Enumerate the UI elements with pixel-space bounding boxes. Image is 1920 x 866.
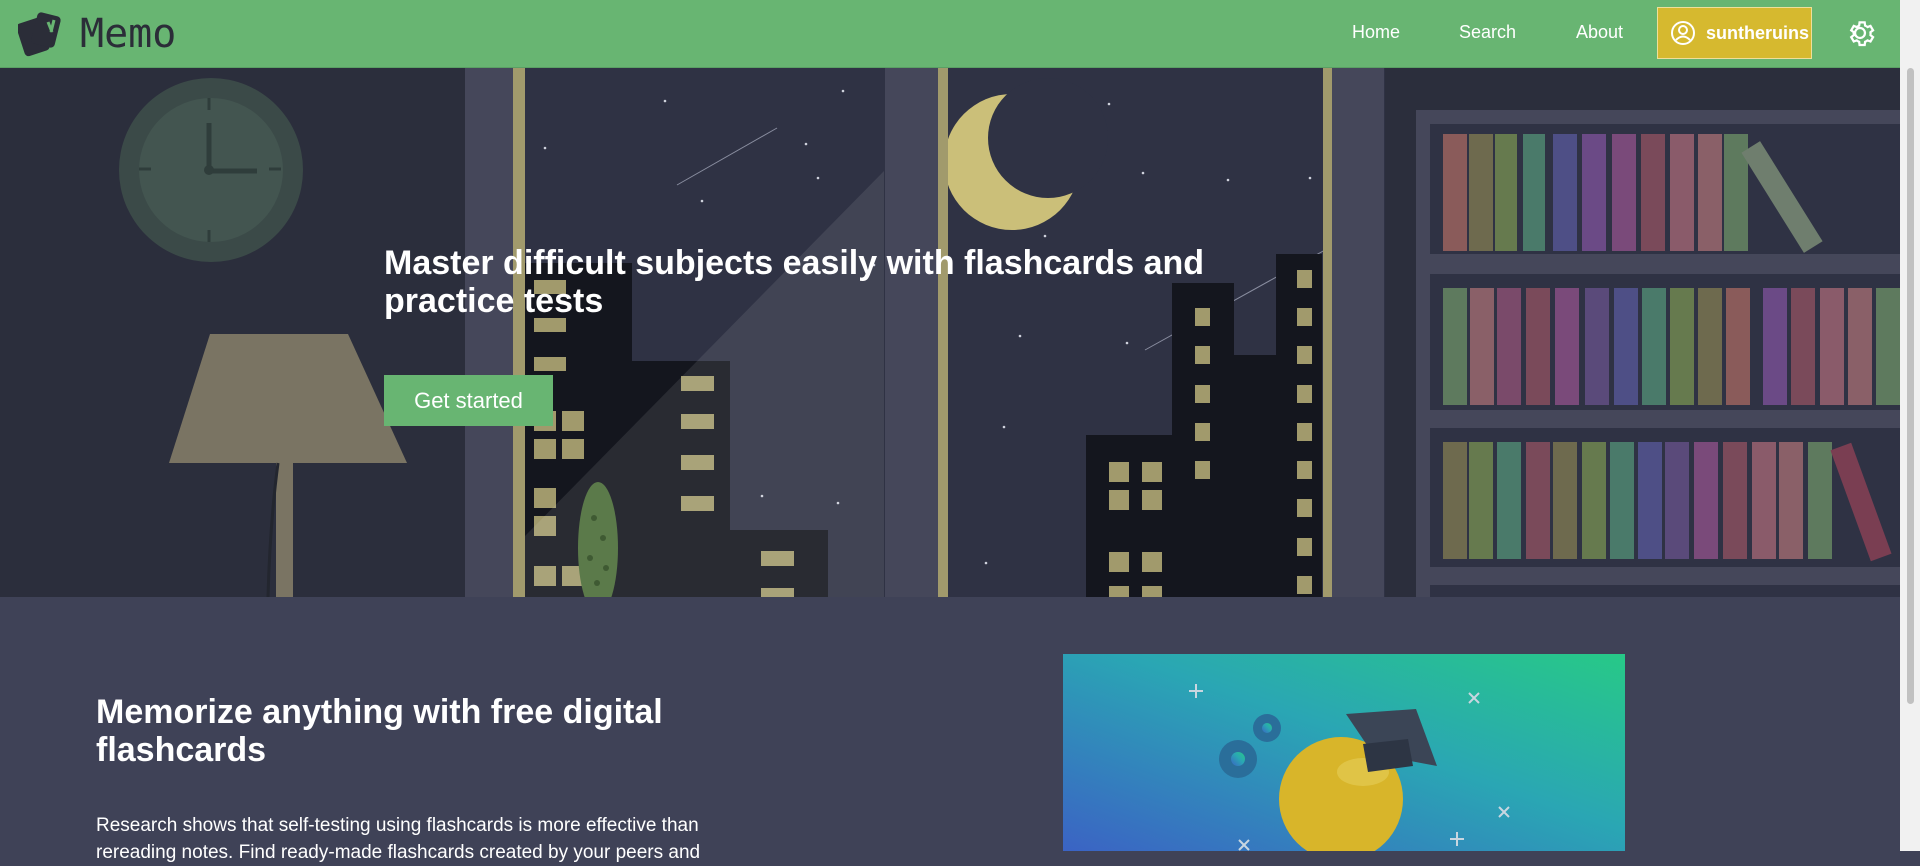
brand-name: Memo (80, 11, 177, 57)
scrollbar-thumb[interactable] (1907, 68, 1914, 704)
get-started-button[interactable]: Get started (384, 375, 553, 426)
hero-night-room-illustration (0, 68, 1900, 597)
nav-link-home[interactable]: Home (1352, 22, 1400, 43)
logo-cards-icon (18, 12, 61, 57)
brand-logo-link[interactable]: Memo (18, 10, 176, 58)
user-account-button[interactable]: suntheruins (1657, 7, 1812, 59)
nav-link-about[interactable]: About (1576, 22, 1623, 43)
features-title: Memorize anything with free digital flas… (96, 693, 663, 769)
user-circle-icon (1670, 20, 1696, 46)
features-body-text: Research shows that self-testing using f… (96, 815, 701, 863)
username-label: suntheruins (1706, 22, 1810, 43)
nav-link-search[interactable]: Search (1459, 22, 1516, 43)
settings-button[interactable] (1843, 16, 1877, 55)
hero-title: Master difficult subjects easily with fl… (384, 244, 1205, 320)
gear-icon (1849, 21, 1875, 47)
top-navbar: Memo Home Search About suntheruins (0, 0, 1900, 68)
graduation-illustration (1063, 654, 1625, 851)
features-section: Memorize anything with free digital flas… (0, 597, 1900, 863)
bookshelf-icon (1416, 110, 1900, 597)
wall-clock-icon (119, 78, 303, 262)
hero-section: Master difficult subjects easily with fl… (0, 68, 1900, 597)
